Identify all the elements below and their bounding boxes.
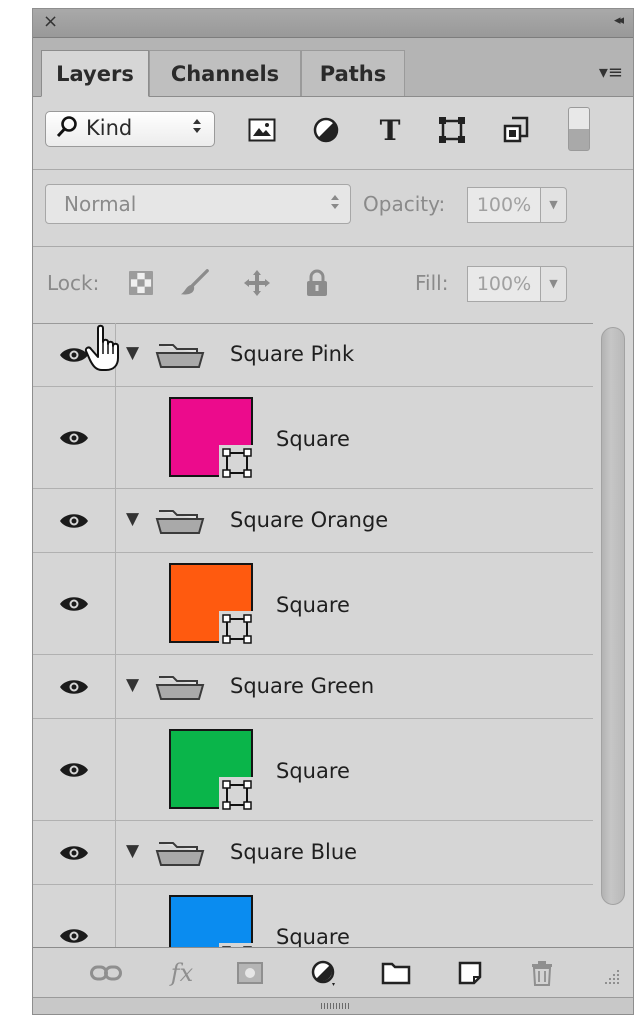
- panel-tabs: Layers Channels Paths ▾≡: [33, 38, 633, 97]
- layer-row[interactable]: Square: [33, 719, 593, 821]
- opacity-label: Opacity:: [363, 192, 446, 216]
- eye-icon[interactable]: [33, 885, 116, 947]
- opacity-input[interactable]: 100%: [467, 187, 541, 223]
- blend-mode-select[interactable]: Normal: [45, 184, 351, 224]
- layer-group-row[interactable]: ▼ Square Orange: [33, 489, 593, 553]
- shape-filter-icon[interactable]: [435, 113, 469, 147]
- folder-icon: [155, 505, 205, 539]
- type-filter-icon[interactable]: T: [373, 113, 407, 147]
- grip-icon: [321, 1003, 351, 1009]
- bottom-toolbar: fx: [33, 947, 633, 997]
- shape-layer-icon: [219, 445, 255, 485]
- panel-resize-strip[interactable]: [33, 997, 633, 1014]
- collapse-icon[interactable]: ◂◂: [614, 13, 624, 28]
- layer-name: Square: [276, 427, 350, 451]
- group-expand-arrow-icon[interactable]: ▼: [126, 343, 139, 363]
- lock-transparent-pixels-icon[interactable]: [125, 267, 157, 299]
- fill-input[interactable]: 100%: [467, 266, 541, 302]
- eye-icon[interactable]: [33, 719, 116, 820]
- eye-icon[interactable]: [33, 387, 116, 488]
- fx-icon[interactable]: fx: [165, 958, 199, 988]
- layers-list: ▼ Square Pink Square ▼ Square Orange Squ…: [33, 323, 593, 947]
- close-icon[interactable]: ×: [43, 12, 58, 32]
- lock-position-icon[interactable]: [241, 267, 273, 299]
- hand-cursor-icon: [84, 324, 124, 376]
- layer-group-row[interactable]: ▼ Square Blue: [33, 821, 593, 885]
- layer-row[interactable]: Square: [33, 553, 593, 655]
- fill-label: Fill:: [415, 271, 449, 295]
- filter-row: Kind T: [33, 97, 633, 170]
- folder-icon: [155, 339, 205, 373]
- fill-dropdown[interactable]: ▼: [541, 266, 567, 302]
- layer-row[interactable]: Square: [33, 885, 593, 947]
- layer-name: Square Green: [230, 674, 375, 698]
- layer-name: Square Blue: [230, 840, 358, 864]
- tab-channels[interactable]: Channels: [149, 50, 301, 96]
- lock-row: Lock: Fill: 100% ▼: [33, 247, 633, 324]
- group-expand-arrow-icon[interactable]: ▼: [126, 509, 139, 529]
- group-expand-arrow-icon[interactable]: ▼: [126, 841, 139, 861]
- folder-icon: [155, 837, 205, 871]
- lock-label: Lock:: [47, 271, 100, 295]
- layer-name: Square: [276, 593, 350, 617]
- smart-object-filter-icon[interactable]: [499, 113, 533, 147]
- eye-icon[interactable]: [33, 553, 116, 654]
- panel-title-bar: × ◂◂: [33, 9, 633, 38]
- filter-toggle-switch[interactable]: [568, 107, 590, 151]
- image-filter-icon[interactable]: [245, 113, 279, 147]
- resize-grip-icon[interactable]: [599, 962, 625, 992]
- layer-name: Square: [276, 759, 350, 783]
- layer-name: Square Pink: [230, 342, 355, 366]
- shape-layer-icon: [219, 611, 255, 651]
- blend-row: Normal Opacity: 100% ▼: [33, 170, 633, 247]
- eye-icon[interactable]: [33, 489, 116, 552]
- layers-panel: × ◂◂ Layers Channels Paths ▾≡ Kind T Nor…: [32, 8, 634, 1015]
- opacity-dropdown[interactable]: ▼: [541, 187, 567, 223]
- blend-mode-value: Normal: [64, 192, 137, 216]
- eye-icon[interactable]: [33, 821, 116, 884]
- new-adjustment-icon[interactable]: [307, 958, 341, 988]
- adjustment-filter-icon[interactable]: [309, 113, 343, 147]
- kind-label: Kind: [86, 116, 133, 140]
- lock-image-pixels-icon[interactable]: [179, 267, 211, 299]
- layer-row[interactable]: Square: [33, 387, 593, 489]
- add-mask-icon[interactable]: [233, 958, 267, 988]
- new-layer-icon[interactable]: [453, 958, 487, 988]
- new-group-icon[interactable]: [379, 958, 413, 988]
- layer-thumbnail: [169, 895, 253, 947]
- delete-icon[interactable]: [525, 958, 559, 988]
- stepper-icon: [330, 193, 340, 215]
- layer-name: Square Orange: [230, 508, 389, 532]
- search-icon: [56, 115, 78, 145]
- panel-menu-icon[interactable]: ▾≡: [599, 62, 623, 83]
- stepper-icon: [192, 117, 202, 139]
- group-expand-arrow-icon[interactable]: ▼: [126, 675, 139, 695]
- shape-layer-icon: [219, 777, 255, 817]
- layer-group-row[interactable]: ▼ Square Green: [33, 655, 593, 719]
- layer-name: Square: [276, 925, 350, 947]
- link-layers-icon[interactable]: [89, 958, 123, 988]
- tab-layers[interactable]: Layers: [41, 50, 149, 97]
- tab-paths[interactable]: Paths: [301, 50, 405, 96]
- scrollbar-thumb[interactable]: [601, 327, 625, 905]
- lock-all-icon[interactable]: [301, 267, 333, 299]
- kind-filter-select[interactable]: Kind: [45, 111, 215, 147]
- eye-icon[interactable]: [33, 655, 116, 718]
- folder-icon: [155, 671, 205, 705]
